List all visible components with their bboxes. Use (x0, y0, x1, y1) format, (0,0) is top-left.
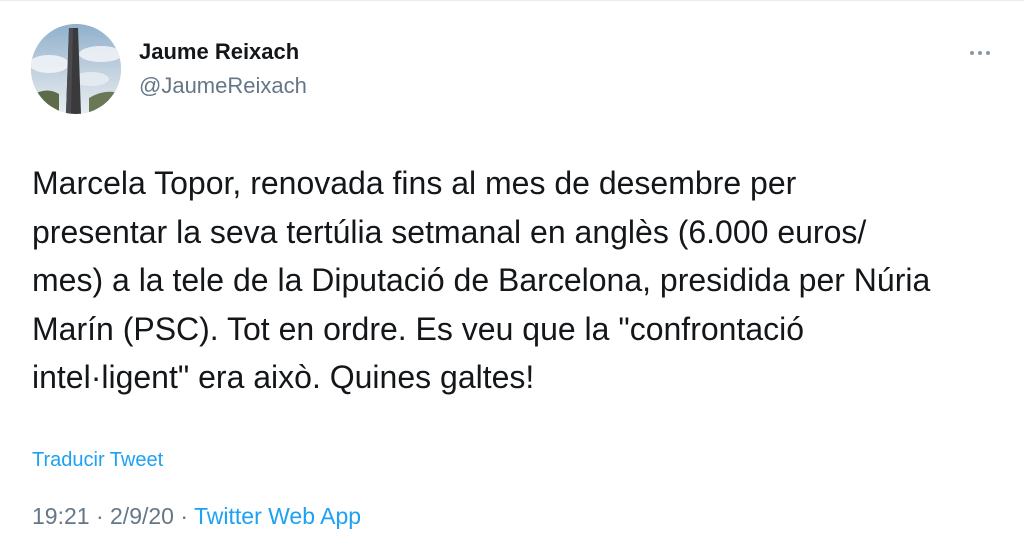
tweet-text: Marcela Topor, renovada fins al mes de d… (32, 165, 931, 395)
meta-separator: · (180, 503, 189, 529)
meta-separator: · (95, 503, 104, 529)
avatar[interactable] (31, 24, 121, 114)
chimney-tower-avatar-icon (31, 24, 121, 114)
tweet-meta: 19:21 · 2/9/20 · Twitter Web App (32, 503, 361, 530)
author-handle[interactable]: @JaumeReixach (139, 73, 307, 99)
more-dots-icon (970, 51, 990, 55)
tweet-card: Jaume Reixach @JaumeReixach Marcela Topo… (0, 0, 1024, 544)
tweet-source-link[interactable]: Twitter Web App (194, 503, 361, 529)
tweet-date[interactable]: 2/9/20 (110, 503, 174, 529)
translate-tweet-link[interactable]: Traducir Tweet (32, 449, 163, 472)
author-name[interactable]: Jaume Reixach (139, 39, 299, 65)
more-options-button[interactable] (960, 37, 1000, 69)
tweet-time[interactable]: 19:21 (32, 503, 90, 529)
